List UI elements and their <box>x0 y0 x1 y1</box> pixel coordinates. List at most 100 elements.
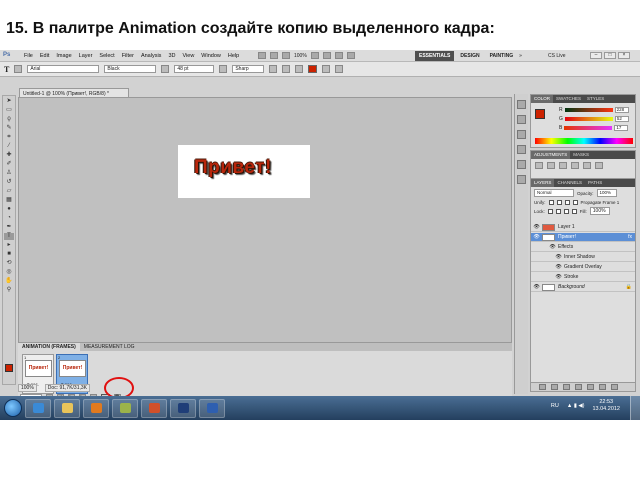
layer-row-selected[interactable]: 👁 T Привет! fx <box>531 233 635 242</box>
mini-bridge-icon[interactable] <box>270 52 278 59</box>
lock-transparency-icon[interactable] <box>547 208 553 214</box>
tab-adjustments[interactable]: ADJUSTMENTS <box>531 151 571 159</box>
effect-name[interactable]: Gradient Overlay <box>564 264 602 270</box>
menu-image[interactable]: Image <box>56 53 71 59</box>
status-zoom[interactable]: 100% <box>18 384 37 392</box>
lock-all-icon[interactable] <box>571 208 577 214</box>
layer-name[interactable]: Привет! <box>558 234 576 240</box>
move-tool-icon[interactable]: ➤ <box>4 98 14 105</box>
taskbar-powerpoint-button[interactable] <box>141 398 167 418</box>
eyedropper-tool-icon[interactable]: ⁄ <box>4 143 14 150</box>
taskbar-media-player-button[interactable] <box>83 398 109 418</box>
levels-icon[interactable] <box>547 162 555 169</box>
new-adjustment-icon[interactable] <box>575 384 582 390</box>
healing-tool-icon[interactable]: ✚ <box>4 152 14 159</box>
visibility-eye-icon[interactable]: 👁 <box>533 234 540 241</box>
extras-icon[interactable] <box>282 52 290 59</box>
path-selection-tool-icon[interactable]: ▸ <box>4 242 14 249</box>
menu-edit[interactable]: Edit <box>40 53 49 59</box>
font-size-select[interactable]: 48 pt <box>174 65 215 73</box>
text-orientation-icon[interactable] <box>14 65 23 73</box>
green-slider[interactable] <box>564 117 613 121</box>
tab-swatches[interactable]: SWATCHES <box>553 95 584 103</box>
layer-name[interactable]: Background <box>558 284 585 290</box>
effect-name[interactable]: Stroke <box>564 274 578 280</box>
workspace-design[interactable]: DESIGN <box>456 51 483 61</box>
crop-tool-icon[interactable]: ⌗ <box>4 134 14 141</box>
fx-icon[interactable]: fx <box>628 234 632 240</box>
document-canvas[interactable]: Привет! <box>178 145 310 198</box>
visibility-eye-icon[interactable]: 👁 <box>555 254 562 261</box>
color-spectrum[interactable] <box>535 138 633 144</box>
warp-text-icon[interactable] <box>322 65 331 73</box>
3d-rotate-tool-icon[interactable]: ⟲ <box>4 260 14 267</box>
show-desktop-button[interactable] <box>630 396 640 420</box>
character-panel-icon[interactable] <box>517 145 526 154</box>
blend-mode-select[interactable]: Normal <box>534 189 574 197</box>
red-value-input[interactable]: 228 <box>614 107 629 113</box>
menu-view[interactable]: View <box>182 53 194 59</box>
effect-row[interactable]: 👁 Inner Shadow <box>531 253 635 262</box>
clock[interactable]: 22:53 13.04.2012 <box>592 399 620 413</box>
minimize-icon[interactable]: – <box>590 52 602 59</box>
shape-tool-icon[interactable]: ■ <box>4 251 14 258</box>
eraser-tool-icon[interactable]: ▱ <box>4 188 14 195</box>
workspace-more-icon[interactable]: » <box>519 51 522 61</box>
fill-input[interactable]: 100% <box>589 207 610 215</box>
menu-layer[interactable]: Layer <box>79 53 93 59</box>
unify-style-icon[interactable] <box>564 200 570 205</box>
brush-panel-icon[interactable] <box>517 130 526 139</box>
hue-saturation-icon[interactable] <box>595 162 603 169</box>
effects-row[interactable]: 👁 Effects <box>531 243 635 252</box>
menu-help[interactable]: Help <box>228 53 239 59</box>
brightness-contrast-icon[interactable] <box>535 162 543 169</box>
menu-filter[interactable]: Filter <box>122 53 134 59</box>
dodge-tool-icon[interactable]: ◔ <box>4 215 14 222</box>
exposure-icon[interactable] <box>571 162 579 169</box>
history-brush-tool-icon[interactable]: ↺ <box>4 179 14 186</box>
font-style-select[interactable]: Black <box>104 65 157 73</box>
link-layers-icon[interactable] <box>539 384 546 390</box>
lock-pixels-icon[interactable] <box>555 208 561 214</box>
gradient-tool-icon[interactable]: ▦ <box>4 197 14 204</box>
taskbar-explorer-button[interactable] <box>54 398 80 418</box>
tray-icons[interactable]: ▲ ▮ ◀) <box>567 403 585 409</box>
3d-orbit-tool-icon[interactable]: ◎ <box>4 269 14 276</box>
taskbar-app-button[interactable] <box>112 398 138 418</box>
align-right-icon[interactable] <box>295 65 304 73</box>
brush-tool-icon[interactable]: ✐ <box>4 161 14 168</box>
marquee-tool-icon[interactable]: ▭ <box>4 107 14 114</box>
unify-visibility-icon[interactable] <box>556 200 562 205</box>
workspace-painting[interactable]: PAINTING <box>486 51 518 61</box>
lasso-tool-icon[interactable]: ϙ <box>4 116 14 123</box>
actions-panel-icon[interactable] <box>517 115 526 124</box>
color-panel-foreground-swatch[interactable] <box>535 109 545 119</box>
quick-select-tool-icon[interactable]: ✎ <box>4 125 14 132</box>
layer-row[interactable]: 👁 Layer 1 <box>531 223 635 232</box>
arrange-documents-icon[interactable] <box>334 52 343 59</box>
start-button[interactable] <box>4 399 22 417</box>
workspace-essentials[interactable]: ESSENTIALS <box>415 51 455 61</box>
menu-3d[interactable]: 3D <box>168 53 175 59</box>
lock-position-icon[interactable] <box>563 208 569 214</box>
menu-file[interactable]: File <box>24 53 33 59</box>
visibility-eye-icon[interactable]: 👁 <box>549 244 556 251</box>
blue-value-input[interactable]: 17 <box>614 125 629 131</box>
character-panel-icon[interactable] <box>335 65 344 73</box>
add-mask-icon[interactable] <box>563 384 570 390</box>
hand-tool-icon[interactable]: ✋ <box>4 278 14 285</box>
visibility-eye-icon[interactable]: 👁 <box>555 264 562 271</box>
tab-color[interactable]: COLOR <box>531 95 554 103</box>
font-family-select[interactable]: Arial <box>27 65 100 73</box>
red-slider[interactable] <box>564 108 613 112</box>
bridge-icon[interactable] <box>258 52 266 59</box>
menu-window[interactable]: Window <box>201 53 221 59</box>
tab-channels[interactable]: CHANNELS <box>554 179 585 187</box>
clone-stamp-tool-icon[interactable]: ♙ <box>4 170 14 177</box>
effect-name[interactable]: Inner Shadow <box>564 254 595 260</box>
paragraph-panel-icon[interactable] <box>517 160 526 169</box>
tab-styles[interactable]: STYLES <box>584 95 607 103</box>
type-tool-icon[interactable]: T <box>4 233 14 240</box>
zoom-level[interactable]: 100% <box>294 53 307 59</box>
blur-tool-icon[interactable]: ● <box>4 206 14 213</box>
